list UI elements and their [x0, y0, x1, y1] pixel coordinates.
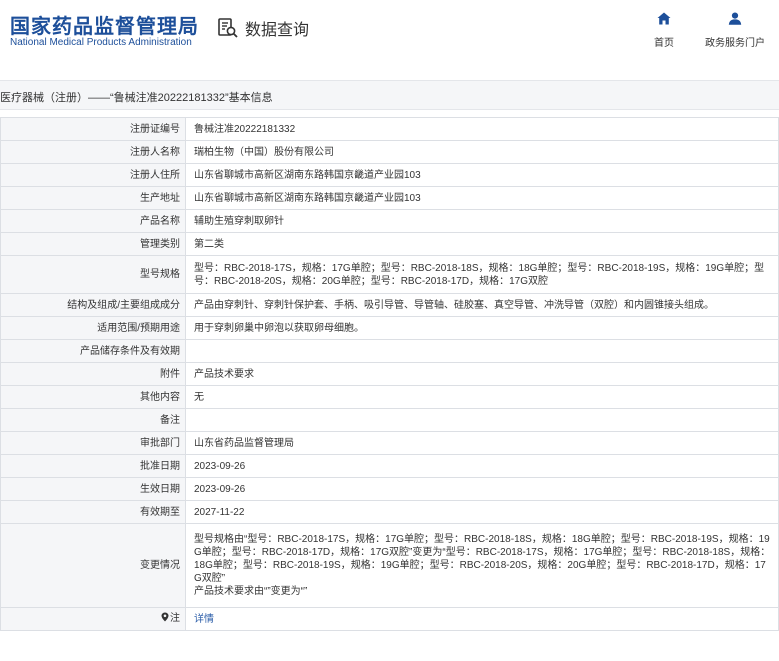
table-row: 产品名称 辅助生殖穿刺取卵针 [0, 209, 779, 233]
record-title: 医疗器械（注册）——“鲁械注准20222181332”基本信息 [0, 92, 273, 104]
row-value: 无 [185, 385, 779, 409]
table-row: 注册人住所 山东省聊城市高新区湖南东路韩国京畿道产业园103 [0, 163, 779, 187]
row-value: 辅助生殖穿刺取卵针 [185, 209, 779, 233]
row-label: 注册人住所 [0, 163, 186, 187]
row-value: 产品由穿刺针、穿刺针保护套、手柄、吸引导管、导管轴、硅胶塞、真空导管、冲洗导管（… [185, 293, 779, 317]
row-label: 审批部门 [0, 431, 186, 455]
row-value: 山东省聊城市高新区湖南东路韩国京畿道产业园103 [185, 186, 779, 210]
row-value: 山东省药品监督管理局 [185, 431, 779, 455]
table-row: 产品储存条件及有效期 [0, 339, 779, 363]
section-title: 数据查询 [245, 22, 310, 39]
site-logo-cn[interactable]: 国家药品监督管理局 [10, 10, 199, 39]
pin-icon [161, 612, 169, 626]
row-label: 有效期至 [0, 500, 186, 524]
row-value: 山东省聊城市高新区湖南东路韩国京畿道产业园103 [185, 163, 779, 187]
row-label: 生产地址 [0, 186, 186, 210]
row-value: 2023-09-26 [185, 477, 779, 501]
data-query-section: 数据查询 [217, 16, 309, 40]
row-label: 批准日期 [0, 454, 186, 478]
table-row: 注 详情 [0, 607, 779, 631]
table-row: 其他内容 无 [0, 385, 779, 409]
table-row: 生效日期 2023-09-26 [0, 477, 779, 501]
table-row: 生产地址 山东省聊城市高新区湖南东路韩国京畿道产业园103 [0, 186, 779, 210]
row-value [185, 408, 779, 432]
row-value: 2027-11-22 [185, 500, 779, 524]
change-details: 型号规格由“型号：RBC-2018-17S，规格：17G单腔；型号：RBC-20… [185, 523, 779, 608]
row-value [185, 339, 779, 363]
site-header: 国家药品监督管理局 National Medical Products Admi… [0, 0, 779, 66]
row-value: 型号：RBC-2018-17S，规格：17G单腔；型号：RBC-2018-18S… [185, 255, 779, 294]
user-icon [700, 12, 770, 28]
row-label: 结构及组成/主要组成成分 [0, 293, 186, 317]
note-label: 注 [170, 613, 180, 624]
table-row: 有效期至 2027-11-22 [0, 500, 779, 524]
change-tech-text: 产品技术要求由“”变更为“” [194, 586, 308, 597]
nav-gov-portal[interactable]: 政务服务门户 [700, 12, 770, 49]
document-search-icon [217, 17, 239, 39]
change-spec-text: 型号规格由“型号：RBC-2018-17S，规格：17G单腔；型号：RBC-20… [194, 534, 771, 584]
table-row: 型号规格 型号：RBC-2018-17S，规格：17G单腔；型号：RBC-201… [0, 255, 779, 294]
table-row: 适用范围/预期用途 用于穿刺卵巢中卵泡以获取卵母细胞。 [0, 316, 779, 340]
row-label: 产品名称 [0, 209, 186, 233]
row-value: 第二类 [185, 232, 779, 256]
row-value: 瑞柏生物（中国）股份有限公司 [185, 140, 779, 164]
row-label: 产品储存条件及有效期 [0, 339, 186, 363]
row-value: 用于穿刺卵巢中卵泡以获取卵母细胞。 [185, 316, 779, 340]
row-label: 其他内容 [0, 385, 186, 409]
nav-home-label: 首页 [654, 38, 674, 49]
nav-gov-label: 政务服务门户 [705, 38, 765, 49]
home-icon [650, 12, 678, 28]
table-row: 注册证编号 鲁械注准20222181332 [0, 117, 779, 141]
table-row: 附件 产品技术要求 [0, 362, 779, 386]
table-row: 结构及组成/主要组成成分 产品由穿刺针、穿刺针保护套、手柄、吸引导管、导管轴、硅… [0, 293, 779, 317]
registration-info-table: 注册证编号 鲁械注准20222181332 注册人名称 瑞柏生物（中国）股份有限… [0, 117, 779, 631]
table-row: 审批部门 山东省药品监督管理局 [0, 431, 779, 455]
row-label: 管理类别 [0, 232, 186, 256]
table-row: 备注 [0, 408, 779, 432]
row-value: 鲁械注准20222181332 [185, 117, 779, 141]
table-row: 管理类别 第二类 [0, 232, 779, 256]
nav-home[interactable]: 首页 [650, 12, 678, 49]
table-row: 批准日期 2023-09-26 [0, 454, 779, 478]
details-link[interactable]: 详情 [194, 614, 214, 625]
row-value: 2023-09-26 [185, 454, 779, 478]
table-row: 变更情况 型号规格由“型号：RBC-2018-17S，规格：17G单腔；型号：R… [0, 523, 779, 608]
row-label: 型号规格 [0, 255, 186, 294]
note-value-cell: 详情 [185, 607, 779, 631]
table-row: 注册人名称 瑞柏生物（中国）股份有限公司 [0, 140, 779, 164]
note-label-cell: 注 [0, 607, 186, 631]
row-label: 生效日期 [0, 477, 186, 501]
record-title-bar: 医疗器械（注册）——“鲁械注准20222181332”基本信息 [0, 80, 779, 110]
row-label: 变更情况 [0, 523, 186, 608]
row-label: 注册人名称 [0, 140, 186, 164]
row-label: 附件 [0, 362, 186, 386]
row-label: 注册证编号 [0, 117, 186, 141]
row-label: 适用范围/预期用途 [0, 316, 186, 340]
site-logo-en[interactable]: National Medical Products Administration [10, 37, 192, 48]
row-label: 备注 [0, 408, 186, 432]
row-value: 产品技术要求 [185, 362, 779, 386]
